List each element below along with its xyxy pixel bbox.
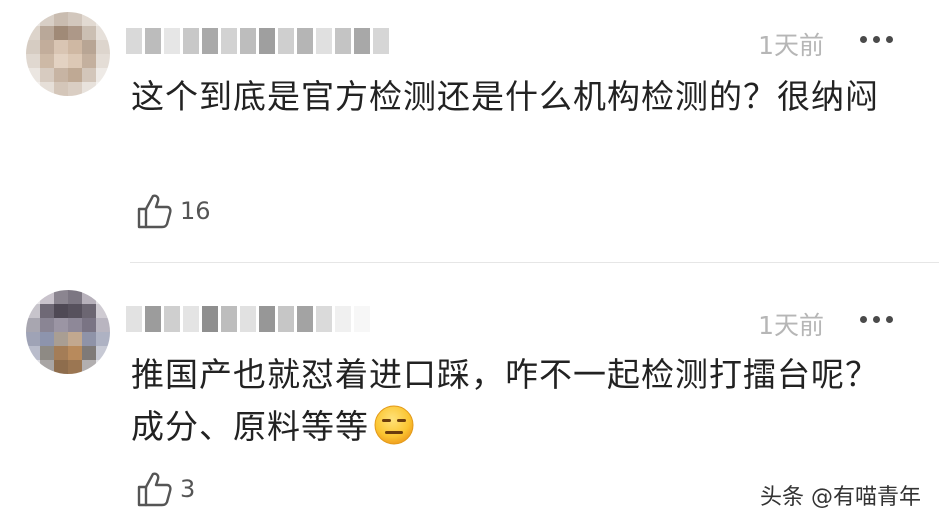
watermark: 头条 @有喵青年 — [760, 485, 921, 510]
avatar[interactable] — [26, 12, 110, 96]
like-count: 16 — [180, 197, 211, 225]
thumbs-up-icon — [137, 472, 172, 507]
comment-time: 1天前 — [758, 311, 824, 340]
username-blurred[interactable] — [126, 306, 370, 332]
more-dot — [873, 35, 880, 43]
more-dot — [873, 315, 880, 323]
like-button[interactable]: 16 — [136, 192, 211, 230]
avatar[interactable] — [26, 290, 110, 374]
like-count: 3 — [180, 475, 196, 503]
comment-item: 1天前 这个到底是官方检测还是什么机构检测的？很纳闷 16 — [0, 0, 939, 262]
thumbs-up-icon — [137, 194, 172, 229]
more-dot — [886, 315, 893, 323]
comment-list: 1天前 这个到底是官方检测还是什么机构检测的？很纳闷 16 1天前 推国产也就怼… — [0, 0, 939, 523]
more-dot — [886, 35, 893, 43]
like-button[interactable]: 3 — [136, 470, 195, 508]
more-dot — [860, 35, 867, 43]
more-dot — [860, 315, 867, 323]
comment-text-content: 推国产也就怼着进口踩，咋不一起检测打擂台呢？成分、原料等等 — [131, 355, 879, 446]
more-icon[interactable] — [860, 24, 893, 54]
comment-text: 推国产也就怼着进口踩，咋不一起检测打擂台呢？成分、原料等等 — [131, 349, 891, 453]
username-blurred[interactable] — [126, 28, 389, 54]
expressionless-face-emoji — [374, 405, 414, 445]
more-icon[interactable] — [860, 304, 893, 334]
comment-text: 这个到底是官方检测还是什么机构检测的？很纳闷 — [131, 77, 879, 116]
comment-time: 1天前 — [758, 31, 824, 60]
